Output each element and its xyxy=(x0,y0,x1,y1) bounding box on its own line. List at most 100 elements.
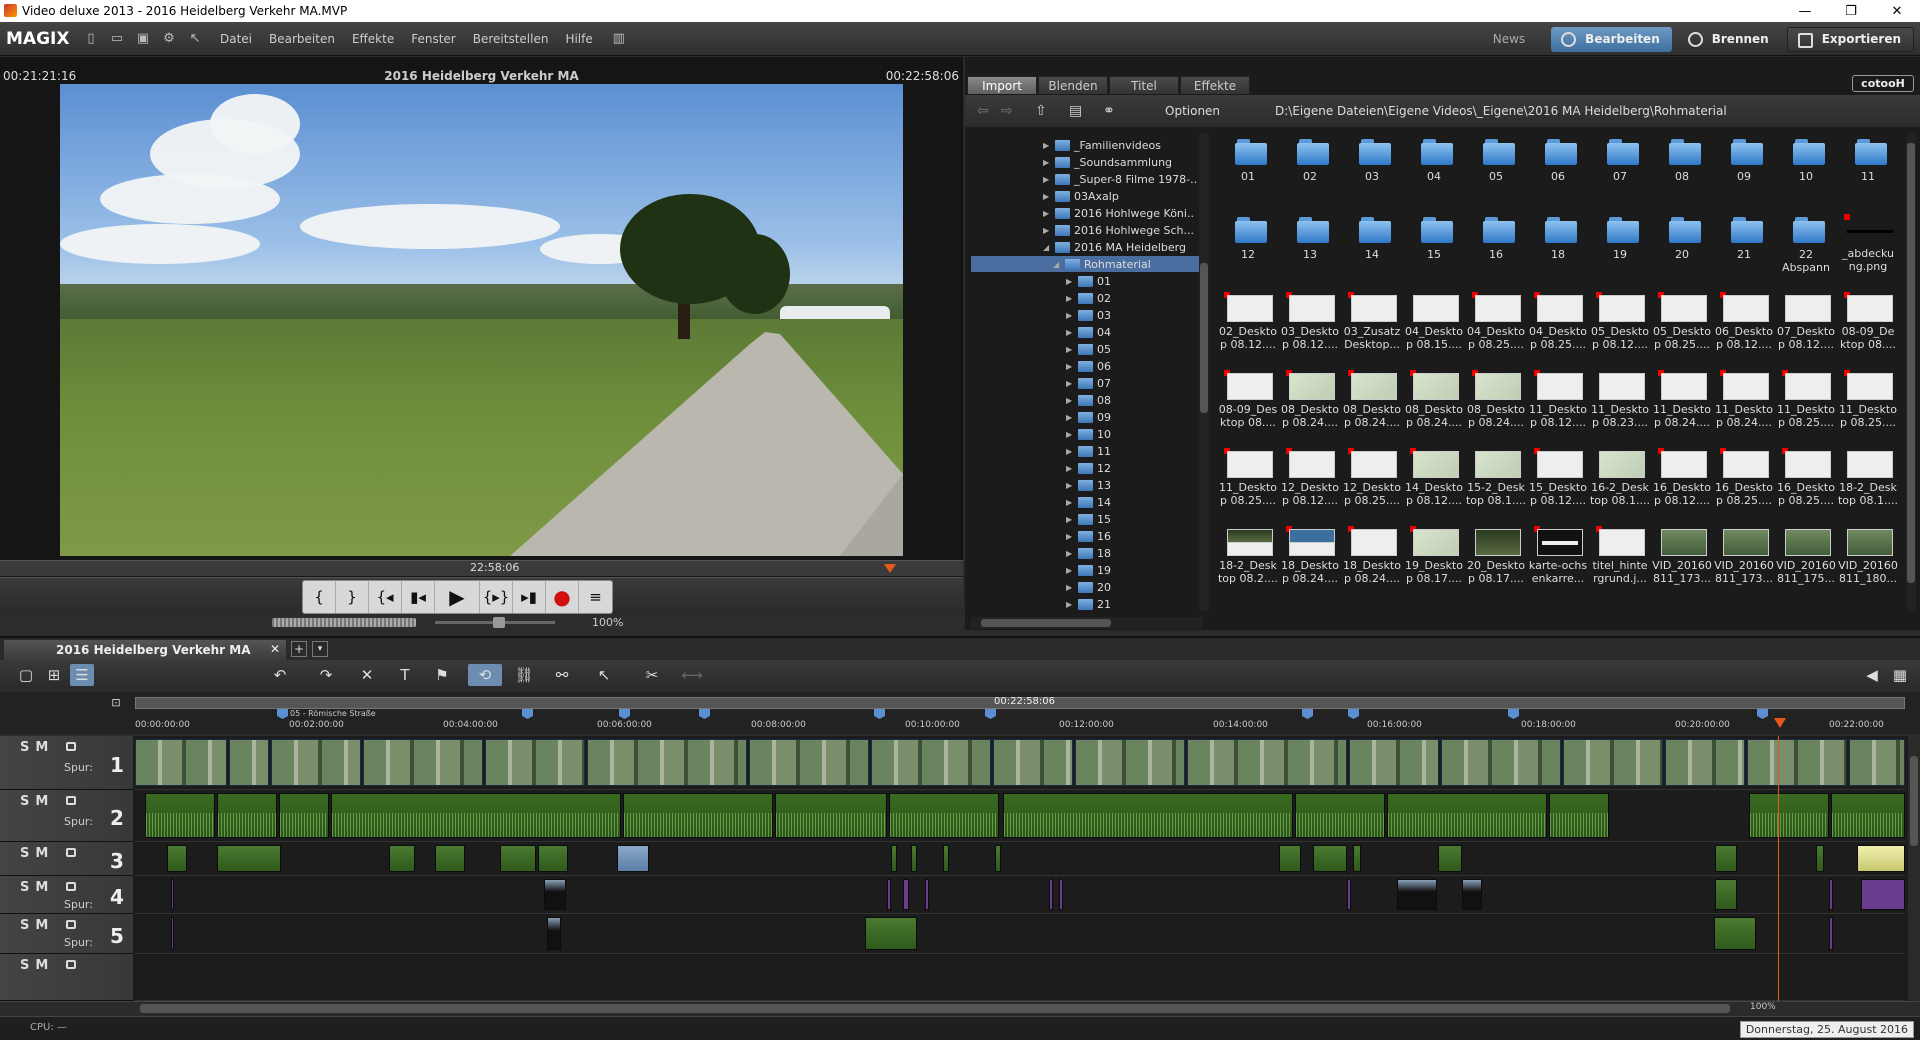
back-arrow-icon[interactable]: ⇦ xyxy=(977,103,999,119)
timeline-clip[interactable] xyxy=(1857,845,1905,872)
timeline-clip[interactable] xyxy=(217,845,281,872)
tree-scroll-thumb[interactable] xyxy=(1200,263,1208,413)
timeline-clip[interactable] xyxy=(1849,739,1905,786)
file-item[interactable]: 05_Deskto p 08.12.... xyxy=(1589,289,1651,367)
file-item[interactable]: karte-ochs enkarre... xyxy=(1527,523,1589,601)
timeline-clip[interactable] xyxy=(1861,879,1905,910)
timeline-clip[interactable] xyxy=(1349,739,1439,786)
tree-expand-icon[interactable]: ▶ xyxy=(1066,396,1076,405)
prev-marker-button[interactable]: {◂ xyxy=(369,581,402,613)
folder-item[interactable]: 05 xyxy=(1465,133,1527,211)
menu-hilfe[interactable]: Hilfe xyxy=(565,32,592,46)
folder-item[interactable]: 07 xyxy=(1589,133,1651,211)
timeline-clip[interactable] xyxy=(1353,845,1361,872)
ruler-marker-flag[interactable] xyxy=(1348,709,1359,719)
file-item[interactable]: VID_20160 811_180... xyxy=(1837,523,1899,601)
tree-expand-icon[interactable]: ▶ xyxy=(1066,464,1076,473)
folder-item[interactable]: 13 xyxy=(1279,211,1341,289)
timeline-ruler[interactable]: ⊡ 00:22:58:06 05 - Römische Straße 00:00… xyxy=(0,692,1920,734)
tab-dropdown-button[interactable]: ▾ xyxy=(312,641,328,657)
timeline-clip[interactable] xyxy=(1397,879,1437,910)
storyboard-view-icon[interactable]: ⊞ xyxy=(42,664,66,686)
minimize-button[interactable]: — xyxy=(1782,0,1828,22)
tree-expand-icon[interactable]: ▶ xyxy=(1066,566,1076,575)
folder-item[interactable]: 06 xyxy=(1527,133,1589,211)
track-header[interactable]: SM Spur: 5 xyxy=(0,914,133,954)
timeline-clip[interactable] xyxy=(1059,879,1063,910)
preview-scrubber[interactable]: 22:58:06 xyxy=(0,560,963,576)
preview-zoom-value[interactable]: 100% xyxy=(592,616,623,629)
file-item[interactable]: 02_Deskto p 08.12.... xyxy=(1217,289,1279,367)
mode-edit-button[interactable]: Bearbeiten xyxy=(1551,26,1672,52)
track-header[interactable]: SM Spur: 1 xyxy=(0,736,133,790)
tree-expand-icon[interactable]: ▶ xyxy=(1043,209,1053,218)
jog-wheel[interactable] xyxy=(272,618,416,627)
file-item[interactable]: 14_Deskto p 08.12.... xyxy=(1403,445,1465,523)
file-item[interactable]: VID_20160 811_173... xyxy=(1651,523,1713,601)
timeline-clip[interactable] xyxy=(1438,845,1462,872)
lock-icon[interactable] xyxy=(66,796,76,805)
delete-icon[interactable]: ✕ xyxy=(355,664,379,686)
file-item[interactable]: 12_Deskto p 08.12.... xyxy=(1279,445,1341,523)
file-item[interactable]: VID_20160 811_173... xyxy=(1713,523,1775,601)
menu-bearbeiten[interactable]: Bearbeiten xyxy=(269,32,335,46)
file-item[interactable]: 08_Deskto p 08.24.... xyxy=(1465,367,1527,445)
timeline-clip[interactable] xyxy=(943,845,949,872)
open-folder-icon[interactable]: ▭ xyxy=(108,30,126,48)
timeline-clip[interactable] xyxy=(1747,739,1847,786)
timeline-clip[interactable] xyxy=(1462,879,1482,910)
forward-button[interactable]: ▸▮ xyxy=(513,581,546,613)
ruler-marker-flag[interactable] xyxy=(277,709,288,719)
tab-titel[interactable]: Titel xyxy=(1109,76,1179,94)
tree-expand-icon[interactable]: ◢ xyxy=(1053,260,1063,269)
file-item[interactable]: 11_Deskto p 08.25.... xyxy=(1837,367,1899,445)
timeline-clip[interactable] xyxy=(538,845,568,872)
tree-item[interactable]: ▶ 14 xyxy=(1066,494,1111,510)
tree-item[interactable]: ▶ 03 xyxy=(1066,307,1111,323)
tree-expand-icon[interactable]: ▶ xyxy=(1066,277,1076,286)
save-icon[interactable]: ▣ xyxy=(134,30,152,48)
grid-scrollbar[interactable] xyxy=(1906,133,1916,611)
file-item[interactable]: 16-2_Desk top 08.1.... xyxy=(1589,445,1651,523)
tree-item[interactable]: ▶ 13 xyxy=(1066,477,1111,493)
timeline-clip[interactable] xyxy=(749,739,869,786)
news-link[interactable]: News xyxy=(1493,32,1525,46)
new-file-icon[interactable]: ▯ xyxy=(82,30,100,48)
timeline-clip[interactable] xyxy=(623,793,773,838)
tree-item[interactable]: ▶ 20 xyxy=(1066,579,1111,595)
file-item[interactable]: 19_Deskto p 08.17.... xyxy=(1403,523,1465,601)
tree-expand-icon[interactable]: ▶ xyxy=(1043,141,1053,150)
file-item[interactable]: 03_Zusatz Desktop... xyxy=(1341,289,1403,367)
lock-icon[interactable] xyxy=(66,920,76,929)
timeline-hscroll-thumb[interactable] xyxy=(140,1004,1730,1013)
menu-datei[interactable]: Datei xyxy=(220,32,252,46)
redo-icon[interactable]: ↷ xyxy=(314,664,338,686)
file-item[interactable]: 11_Deskto p 08.12.... xyxy=(1527,367,1589,445)
tree-expand-icon[interactable]: ▶ xyxy=(1066,362,1076,371)
timeline-clip[interactable] xyxy=(871,739,991,786)
tree-item[interactable]: ▶ 19 xyxy=(1066,562,1111,578)
current-path[interactable]: D:\Eigene Dateien\Eigene Videos\_Eigene\… xyxy=(1275,104,1727,118)
lock-icon[interactable] xyxy=(66,848,76,857)
timeline-clip[interactable] xyxy=(145,793,215,838)
folder-item[interactable]: 09 xyxy=(1713,133,1775,211)
timeline-clip[interactable] xyxy=(993,739,1073,786)
tree-expand-icon[interactable]: ▶ xyxy=(1043,158,1053,167)
solo-mute-buttons[interactable]: SM xyxy=(20,740,54,755)
mixer-icon[interactable]: ▦ xyxy=(1888,664,1912,686)
folder-item-22[interactable]: 22 Abspann xyxy=(1775,211,1837,289)
file-item[interactable]: 04_Deskto p 08.25.... xyxy=(1527,289,1589,367)
timeline-vscrollbar[interactable] xyxy=(1908,736,1920,1001)
unlink-icon[interactable]: ⚯ xyxy=(550,664,574,686)
mouse-mode-icon[interactable]: ⟲ xyxy=(468,664,502,686)
track-header[interactable]: SM 3 xyxy=(0,842,133,876)
tree-expand-icon[interactable]: ▶ xyxy=(1066,294,1076,303)
file-item[interactable]: 11_Deskto p 08.24.... xyxy=(1713,367,1775,445)
undo-icon[interactable]: ↶ xyxy=(268,664,292,686)
timeline-view-icon[interactable]: ☰ xyxy=(70,664,94,686)
timeline-clip[interactable] xyxy=(485,739,585,786)
file-item[interactable]: 08_Deskto p 08.24.... xyxy=(1279,367,1341,445)
solo-mute-buttons[interactable]: SM xyxy=(20,794,54,809)
timeline-clip[interactable] xyxy=(911,845,917,872)
timeline-vscroll-thumb[interactable] xyxy=(1910,756,1918,846)
